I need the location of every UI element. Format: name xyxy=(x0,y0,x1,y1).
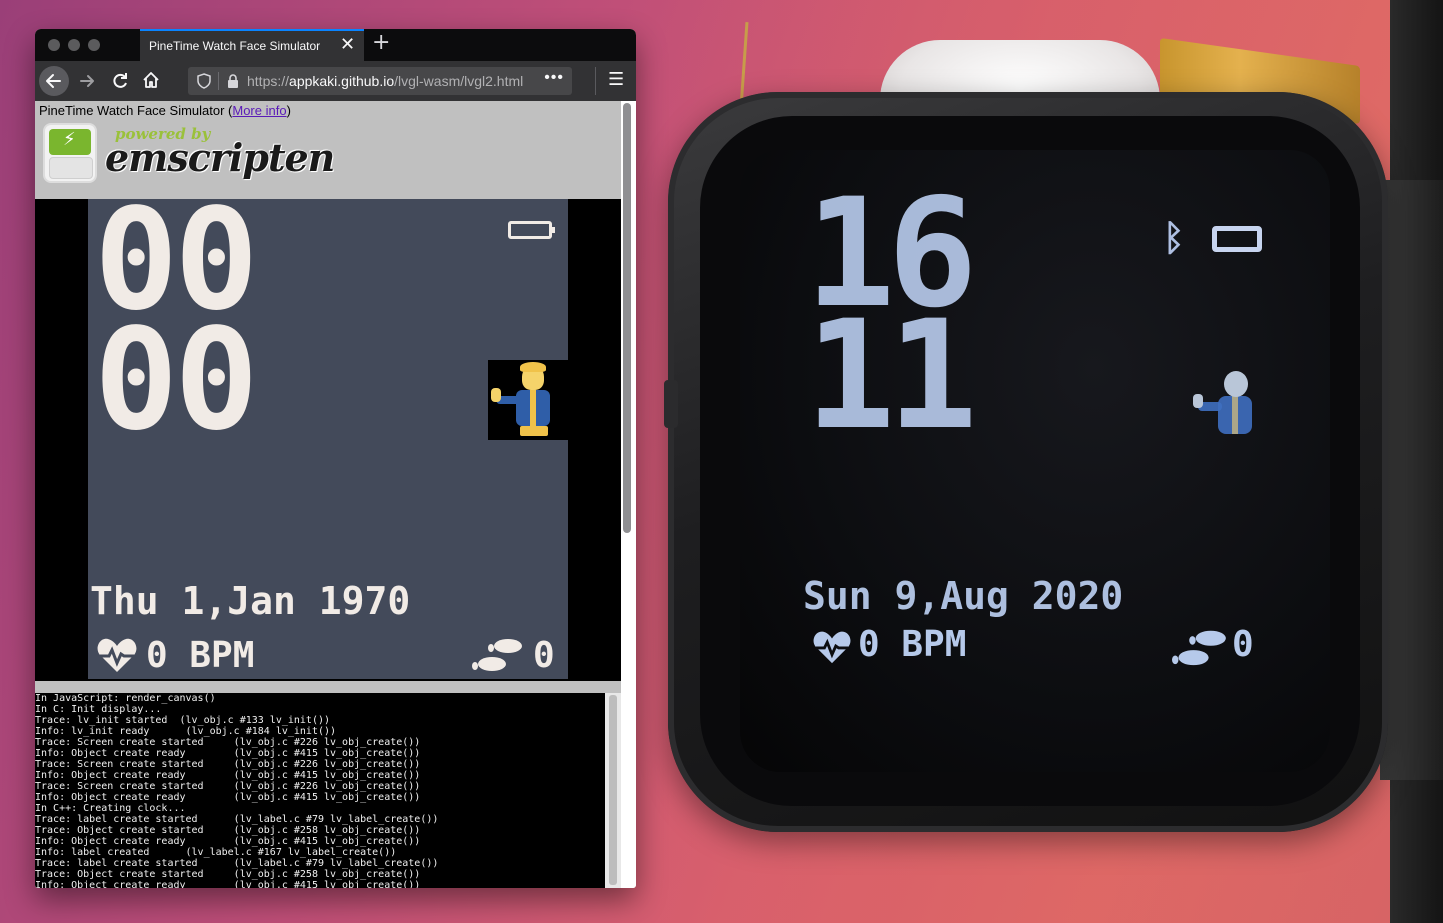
back-arrow-icon xyxy=(46,74,61,88)
shield-icon[interactable] xyxy=(196,73,212,89)
console-line: In JavaScript: render_canvas() xyxy=(35,693,216,704)
more-info-link[interactable]: More info xyxy=(232,103,286,118)
console-line: Trace: Object create started (lv_obj.c #… xyxy=(35,825,421,836)
vault-boy-icon xyxy=(488,360,568,440)
emscripten-logo: ⚡ xyxy=(43,123,97,183)
watch-date: Sun 9,Aug 2020 xyxy=(803,574,1124,618)
steps-count: 0 xyxy=(533,635,555,676)
page-title: PineTime Watch Face Simulator (More info… xyxy=(39,103,291,118)
console-line: Info: Object create ready (lv_obj.c #415… xyxy=(35,836,421,847)
back-button[interactable] xyxy=(39,66,69,96)
console-line: Trace: Object create started (lv_obj.c #… xyxy=(35,869,421,880)
console-line: Info: Object create ready (lv_obj.c #415… xyxy=(35,748,421,759)
tab-close-icon[interactable]: ✕ xyxy=(340,34,355,55)
tab-title: PineTime Watch Face Simulator xyxy=(149,39,321,53)
battery-icon xyxy=(508,221,555,239)
console-line: Trace: label create started (lv_label.c … xyxy=(35,814,439,825)
page-title-text: PineTime Watch Face Simulator ( xyxy=(39,103,233,118)
forward-arrow-icon[interactable] xyxy=(77,71,97,91)
footsteps-icon xyxy=(472,639,522,671)
vault-boy-stripe xyxy=(530,390,536,426)
console-output: In JavaScript: render_canvas() In C: Ini… xyxy=(35,693,605,888)
page-content: PineTime Watch Face Simulator (More info… xyxy=(35,101,636,888)
console-line: Trace: label create started (lv_label.c … xyxy=(35,858,439,869)
emscripten-wordmark: emscripten xyxy=(105,135,335,180)
lightning-bolt-icon: ⚡ xyxy=(63,129,76,150)
page-title-end: ) xyxy=(286,103,291,118)
vault-boy-legs xyxy=(520,426,548,436)
date-label: Thu 1,Jan 1970 xyxy=(90,579,411,623)
minimize-window-button[interactable] xyxy=(68,39,80,51)
console-scrollbar[interactable] xyxy=(609,695,617,885)
simulated-watch-face: 00 00 Thu 1,Jan 1970 0 BPM 0 xyxy=(88,199,568,679)
home-icon[interactable] xyxy=(141,70,161,90)
console-line: Info: Object create ready (lv_obj.c #415… xyxy=(35,792,421,803)
watch-side-button xyxy=(664,380,678,428)
url-bar[interactable]: https://appkaki.github.io/lvgl-wasm/lvgl… xyxy=(188,67,572,95)
bpm-label: 0 BPM xyxy=(146,635,255,676)
url-path: /lvgl-wasm/lvgl2.html xyxy=(394,73,524,89)
url-prefix: https:// xyxy=(247,73,290,89)
new-tab-button[interactable]: + xyxy=(372,30,390,55)
lock-icon[interactable] xyxy=(226,73,240,89)
canvas-divider xyxy=(35,681,621,693)
zoom-window-button[interactable] xyxy=(88,39,100,51)
clock-minutes: 00 xyxy=(94,299,259,462)
watch-bpm: 0 BPM xyxy=(858,624,967,665)
console-line: Trace: Screen create started (lv_obj.c #… xyxy=(35,737,421,748)
url-text[interactable]: https://appkaki.github.io/lvgl-wasm/lvgl… xyxy=(247,73,523,89)
console-line: In C: Init display... xyxy=(35,704,162,715)
console-line: In C++: Creating clock... xyxy=(35,803,186,814)
console-line: Info: label created (lv_label.c #167 lv_… xyxy=(35,847,397,858)
vault-boy-thumb xyxy=(491,388,501,402)
browser-window: PineTime Watch Face Simulator ✕ + https:… xyxy=(35,29,636,888)
vault-boy-hair xyxy=(520,362,546,372)
page-header: PineTime Watch Face Simulator (More info… xyxy=(35,101,621,199)
toolbar-separator xyxy=(595,67,596,95)
console-line: Info: Object create ready (lv_obj.c #415… xyxy=(35,770,421,781)
tab-bar: PineTime Watch Face Simulator ✕ + xyxy=(35,29,636,61)
watch-heart-icon xyxy=(813,631,851,664)
console-line: Trace: Screen create started (lv_obj.c #… xyxy=(35,781,421,792)
url-domain: appkaki.github.io xyxy=(289,73,395,89)
watch-footsteps-icon xyxy=(1172,630,1226,666)
simulator-canvas[interactable]: 00 00 Thu 1,Jan 1970 0 BPM 0 xyxy=(35,199,621,681)
tab-active[interactable]: PineTime Watch Face Simulator ✕ xyxy=(140,29,364,61)
logo-bottom xyxy=(49,157,93,179)
hamburger-menu-icon[interactable]: ☰ xyxy=(608,69,624,90)
close-window-button[interactable] xyxy=(48,39,60,51)
console-line: Info: Object create ready (lv_obj.c #415… xyxy=(35,880,421,888)
url-divider xyxy=(218,72,219,90)
reload-icon[interactable] xyxy=(110,71,130,91)
bluetooth-icon: ᛒ xyxy=(1163,218,1185,259)
watch-steps: 0 xyxy=(1232,624,1254,665)
page-scrollbar[interactable] xyxy=(623,103,631,533)
page-actions-button[interactable]: ••• xyxy=(544,69,564,87)
watch-vault-boy-icon xyxy=(1193,371,1252,434)
watch-battery-icon xyxy=(1212,226,1262,252)
navigation-toolbar: https://appkaki.github.io/lvgl-wasm/lvgl… xyxy=(35,61,636,101)
console-line: Trace: lv_init started (lv_obj.c #133 lv… xyxy=(35,715,331,726)
mount-block xyxy=(1380,180,1443,780)
watch-minutes: 11 xyxy=(805,289,978,463)
console-line: Info: lv_init ready (lv_obj.c #184 lv_in… xyxy=(35,726,337,737)
console-line: Trace: Screen create started (lv_obj.c #… xyxy=(35,759,421,770)
heart-icon xyxy=(97,638,137,672)
